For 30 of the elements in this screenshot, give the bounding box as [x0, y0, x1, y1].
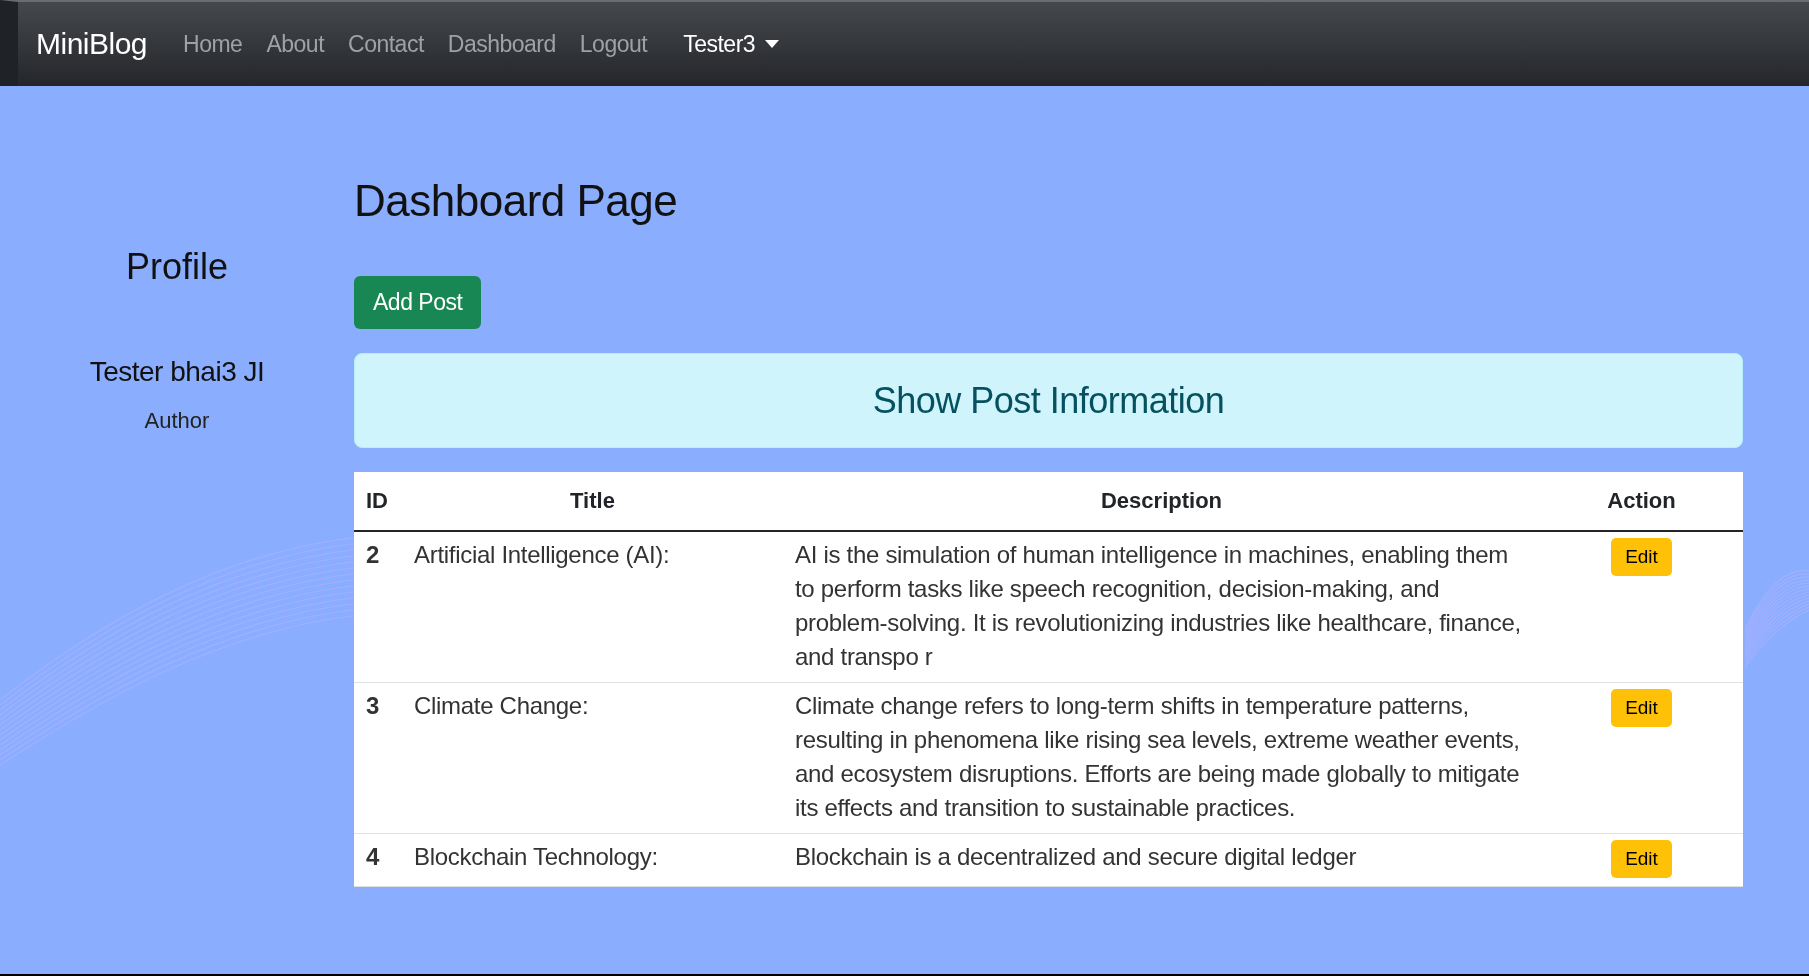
- caret-icon: [765, 40, 780, 48]
- profile-name: Tester bhai3 JI: [89, 356, 265, 388]
- edit-button[interactable]: Edit: [1611, 840, 1672, 878]
- column-header: ID: [354, 472, 402, 531]
- table-cell: Blockchain Technology:: [402, 833, 783, 887]
- table-cell: Artificial Intelligence (AI):: [402, 531, 783, 683]
- table-cell: 4: [354, 833, 402, 887]
- profile-heading: Profile: [125, 246, 228, 288]
- user-menu[interactable]: Tester3: [683, 30, 780, 58]
- nav-link[interactable]: Home: [183, 30, 243, 58]
- table-cell: Climate Change:: [402, 682, 783, 834]
- banner-text: Show Post Information: [872, 379, 1225, 422]
- column-header: Title: [402, 472, 783, 531]
- table-cell: Climate change refers to long-term shifts in temperature patterns, resulting in phenomena like rising sea levels, extreme weather events, and ecosystem disruptions. Efforts are being made globally to mitigate its effects and transition to sustainable practices.: [783, 682, 1540, 834]
- column-header: Action: [1540, 472, 1743, 531]
- column-header: Description: [783, 472, 1540, 531]
- add-post-button[interactable]: Add Post: [354, 276, 482, 329]
- page-title: Dashboard Page: [354, 176, 679, 226]
- table-cell: Blockchain is a decentralized and secure digital ledger: [783, 833, 1540, 887]
- table-cell: 2: [354, 531, 402, 683]
- nav-link[interactable]: Dashboard: [447, 30, 556, 58]
- nav-link[interactable]: Contact: [348, 30, 424, 58]
- edit-button[interactable]: Edit: [1611, 689, 1672, 727]
- table-cell: 3: [354, 682, 402, 834]
- nav-link[interactable]: Logout: [579, 30, 648, 58]
- table-cell: AI is the simulation of human intelligence in machines, enabling them to perform tasks like speech recognition, decision-making, and problem-solving. It is revolutionizing industries like healthcare, finance, and transpo r: [783, 531, 1540, 683]
- brand-logo[interactable]: MiniBlog: [36, 27, 148, 61]
- edit-button[interactable]: Edit: [1611, 538, 1672, 576]
- profile-role: Author: [144, 408, 210, 434]
- nav-link[interactable]: About: [266, 30, 325, 58]
